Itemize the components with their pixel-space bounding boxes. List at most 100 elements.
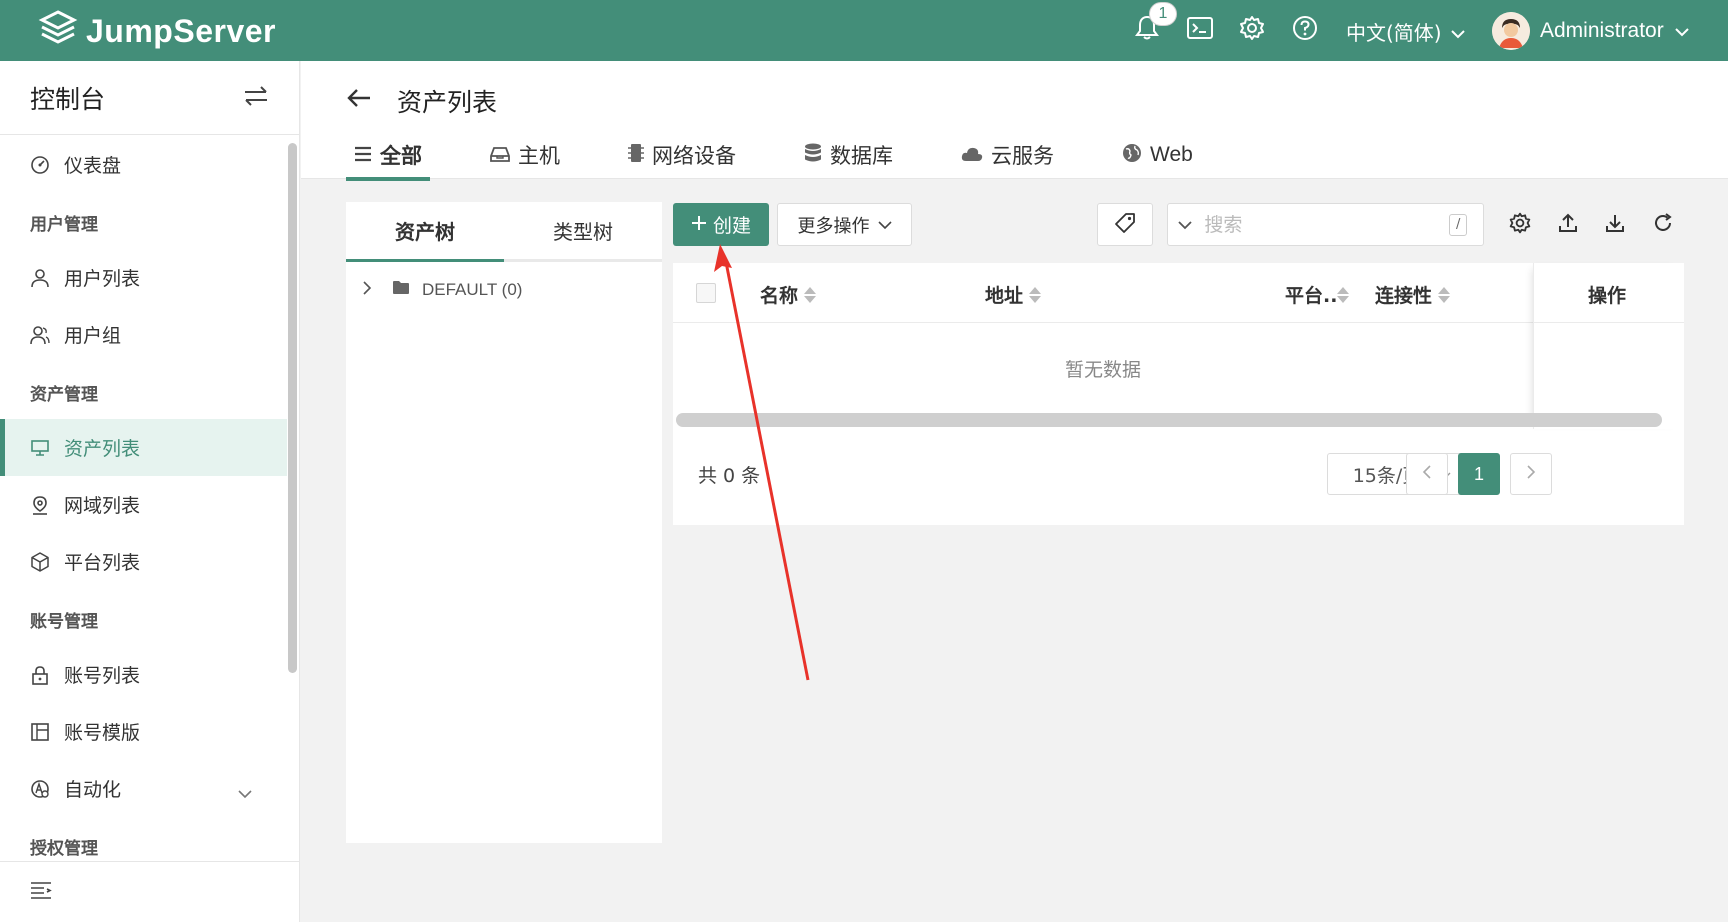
user-menu[interactable]: Administrator bbox=[1492, 12, 1690, 50]
user-group-icon bbox=[30, 325, 50, 345]
more-actions-label: 更多操作 bbox=[797, 215, 870, 237]
tag-icon bbox=[1114, 212, 1136, 238]
export-button[interactable] bbox=[1602, 212, 1628, 238]
chevron-down-icon bbox=[1450, 20, 1466, 44]
table-horizontal-scrollbar[interactable] bbox=[676, 413, 1662, 427]
sidebar-scrollbar[interactable] bbox=[288, 143, 297, 673]
brand-name: JumpServer bbox=[86, 12, 276, 49]
database-icon bbox=[804, 143, 822, 168]
column-header-address[interactable]: 地址 bbox=[985, 281, 1042, 308]
sidebar-item-label: 账号列表 bbox=[64, 665, 141, 687]
sort-icon[interactable] bbox=[1337, 286, 1350, 303]
sidebar-menu: 仪表盘 用户管理 用户列表 用户组 资产管理 资产列表 网域列表 平台列表 账号… bbox=[0, 136, 300, 860]
globe-icon bbox=[1122, 143, 1142, 168]
sidebar-group-asset-management: 资产管理 bbox=[30, 385, 98, 405]
sidebar-item-account-templates[interactable]: 账号模版 bbox=[0, 703, 287, 760]
folder-icon bbox=[392, 280, 410, 300]
tree-node-default[interactable]: DEFAULT (0) bbox=[362, 280, 522, 300]
column-header-actions: 操作 bbox=[1588, 281, 1626, 308]
total-count: 共 0 条 bbox=[698, 465, 761, 487]
more-actions-dropdown[interactable]: 更多操作 bbox=[777, 203, 912, 246]
column-label: 平台.. bbox=[1285, 285, 1338, 307]
sidebar-item-label: 用户组 bbox=[64, 325, 122, 347]
web-terminal-button[interactable] bbox=[1186, 16, 1214, 44]
sidebar-item-label: 账号模版 bbox=[64, 722, 141, 744]
page-title: 资产列表 bbox=[397, 88, 498, 117]
sort-icon[interactable] bbox=[804, 286, 817, 303]
tab-network-devices[interactable]: 网络设备 bbox=[620, 131, 744, 179]
column-header-platform[interactable]: 平台.. bbox=[1285, 281, 1350, 308]
sidebar-item-user-groups[interactable]: 用户组 bbox=[0, 306, 287, 363]
collapse-menu-icon[interactable] bbox=[30, 881, 52, 903]
tab-cloud-services[interactable]: 云服务 bbox=[953, 131, 1062, 179]
sidebar-item-dashboard[interactable]: 仪表盘 bbox=[0, 136, 287, 193]
sidebar-group-user-management: 用户管理 bbox=[30, 215, 98, 235]
tab-type-tree[interactable]: 类型树 bbox=[504, 202, 662, 259]
prev-page-button[interactable] bbox=[1406, 453, 1448, 495]
import-button[interactable] bbox=[1555, 212, 1581, 238]
create-button[interactable]: 创建 bbox=[673, 203, 769, 246]
user-icon bbox=[30, 268, 50, 288]
location-icon bbox=[30, 495, 50, 515]
column-label: 连接性 bbox=[1375, 285, 1433, 307]
search-shortcut-hint: / bbox=[1449, 213, 1467, 236]
language-selector[interactable]: 中文(简体) bbox=[1346, 17, 1466, 46]
avatar bbox=[1492, 12, 1530, 50]
chevron-down-icon bbox=[877, 214, 892, 235]
asset-tree-panel: 资产树 类型树 DEFAULT (0) bbox=[346, 202, 662, 843]
sort-icon[interactable] bbox=[1029, 286, 1042, 303]
chevron-right-icon[interactable] bbox=[362, 280, 372, 300]
tab-web[interactable]: Web bbox=[1114, 131, 1201, 179]
sidebar-item-label: 平台列表 bbox=[64, 552, 141, 574]
brand-logo[interactable]: JumpServer bbox=[38, 10, 276, 52]
refresh-button[interactable] bbox=[1650, 212, 1676, 238]
tab-all[interactable]: 全部 bbox=[346, 131, 430, 181]
page-size-select[interactable]: 15条/页 bbox=[1327, 453, 1477, 495]
gear-icon bbox=[1509, 212, 1531, 238]
chevron-right-icon bbox=[1526, 464, 1536, 484]
notification-button[interactable]: 1 bbox=[1133, 2, 1177, 44]
sidebar-item-label: 网域列表 bbox=[64, 495, 141, 517]
cube-icon bbox=[30, 551, 50, 572]
dashboard-icon bbox=[30, 155, 50, 175]
sidebar-item-assets[interactable]: 资产列表 bbox=[0, 419, 287, 476]
select-all-checkbox[interactable] bbox=[696, 283, 716, 303]
sort-icon[interactable] bbox=[1438, 286, 1451, 303]
sidebar-item-platforms[interactable]: 平台列表 bbox=[0, 533, 287, 590]
help-button[interactable] bbox=[1291, 16, 1319, 44]
tab-asset-tree[interactable]: 资产树 bbox=[346, 202, 504, 259]
tab-label: 主机 bbox=[518, 144, 560, 168]
switch-view-icon[interactable] bbox=[243, 85, 269, 111]
column-header-connectivity[interactable]: 连接性 bbox=[1375, 281, 1451, 308]
chevron-down-icon bbox=[238, 782, 252, 804]
next-page-button[interactable] bbox=[1510, 453, 1552, 495]
column-label: 操作 bbox=[1588, 285, 1627, 307]
chevron-down-icon[interactable] bbox=[1168, 220, 1202, 230]
refresh-icon bbox=[1653, 213, 1673, 237]
settings-button[interactable] bbox=[1238, 16, 1266, 44]
help-icon bbox=[1292, 15, 1318, 45]
top-navbar: JumpServer 1 中文(简体) Administrator bbox=[0, 0, 1728, 61]
sidebar-title: 控制台 bbox=[30, 84, 106, 114]
column-header-name[interactable]: 名称 bbox=[760, 281, 817, 308]
notification-badge: 1 bbox=[1149, 2, 1177, 26]
page-number-button[interactable]: 1 bbox=[1458, 453, 1500, 495]
automation-icon bbox=[30, 779, 50, 799]
label-filter-button[interactable] bbox=[1097, 203, 1153, 246]
tab-hosts[interactable]: 主机 bbox=[482, 131, 568, 179]
sidebar-item-accounts[interactable]: 账号列表 bbox=[0, 646, 287, 703]
upload-icon bbox=[1558, 213, 1578, 237]
back-arrow-icon[interactable] bbox=[346, 86, 374, 114]
host-icon bbox=[490, 143, 510, 167]
table-settings-button[interactable] bbox=[1507, 212, 1533, 238]
tab-label: 云服务 bbox=[991, 144, 1054, 168]
search-input[interactable] bbox=[1202, 212, 1450, 237]
sidebar-item-users[interactable]: 用户列表 bbox=[0, 249, 287, 306]
empty-state-text: 暂无数据 bbox=[1064, 359, 1141, 381]
tab-databases[interactable]: 数据库 bbox=[796, 131, 901, 179]
sidebar-item-automation[interactable]: 自动化 bbox=[0, 760, 287, 817]
sidebar-group-account-management: 账号管理 bbox=[30, 612, 98, 632]
tab-label: 全部 bbox=[380, 144, 422, 168]
sidebar-item-label: 自动化 bbox=[64, 779, 122, 801]
sidebar-item-zones[interactable]: 网域列表 bbox=[0, 476, 287, 533]
